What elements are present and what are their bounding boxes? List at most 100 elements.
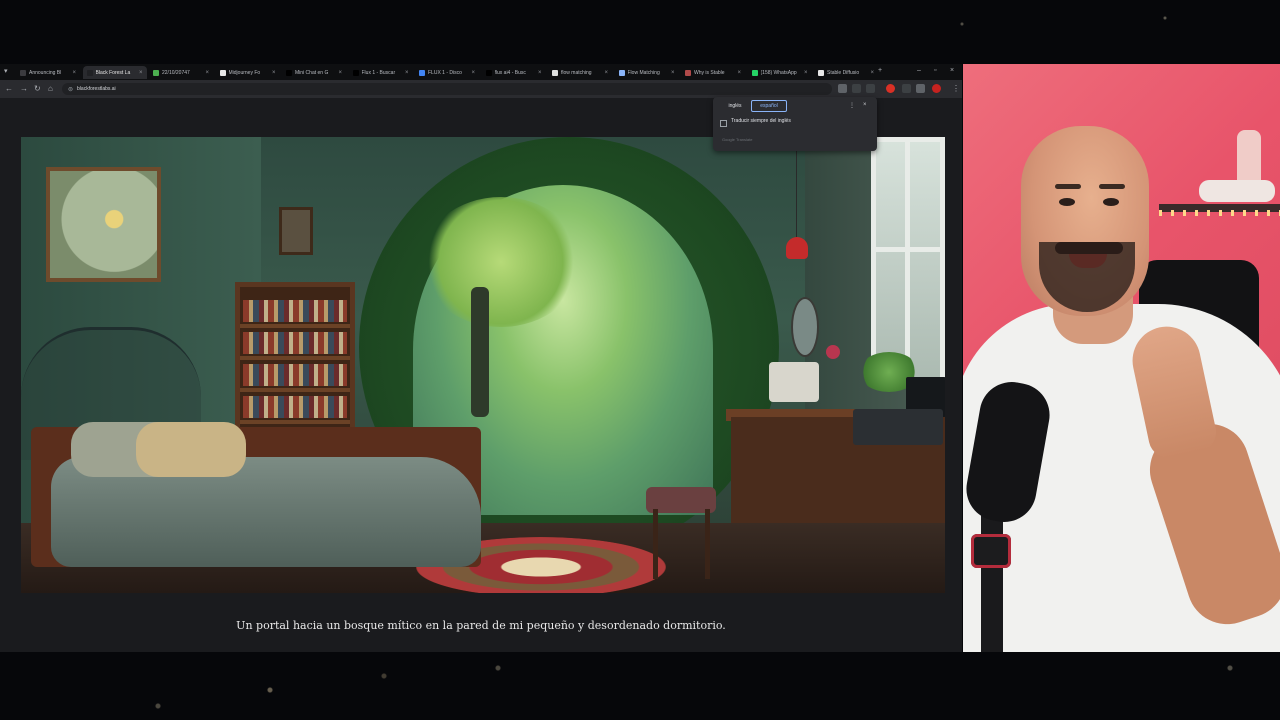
tab-close-icon[interactable]: × — [538, 70, 542, 76]
tab-favicon-icon — [153, 69, 159, 76]
bookmark-star-icon[interactable] — [866, 84, 875, 93]
new-tab-button[interactable]: + — [878, 67, 882, 74]
browser-tab[interactable]: Flow Matching × — [615, 66, 679, 79]
minimize-icon[interactable]: – — [917, 67, 921, 74]
tab-close-icon[interactable]: × — [338, 70, 342, 76]
browser-tab[interactable]: flow matching × — [548, 66, 612, 79]
browser-tab[interactable]: (158) WhatsApp × — [748, 66, 812, 79]
tab-close-icon[interactable]: × — [671, 70, 675, 76]
tab-close-icon[interactable]: × — [72, 70, 76, 76]
browser-tab[interactable]: 22/10/20747 × — [149, 66, 213, 79]
source-language-tab[interactable]: inglés — [721, 100, 749, 112]
eyebrow — [1099, 184, 1125, 189]
tab-title: Black Forest La — [95, 69, 131, 76]
coffee-machine — [769, 362, 819, 402]
tab-title: Flux 1 - Buscar — [361, 69, 396, 76]
painting — [46, 167, 161, 282]
tab-favicon-icon — [618, 69, 625, 76]
translate-close-icon[interactable]: × — [863, 102, 867, 108]
browser-tab[interactable]: Black Forest La × — [82, 66, 147, 79]
tab-close-icon[interactable]: × — [205, 70, 209, 76]
tab-favicon-icon — [485, 69, 492, 76]
tab-favicon-icon — [751, 69, 758, 76]
site-info-icon[interactable]: ⊜ — [68, 86, 73, 93]
browser-tab[interactable]: Why is Stable × — [681, 66, 745, 79]
tab-close-icon[interactable]: × — [272, 70, 276, 76]
tab-title: Flow Matching — [627, 69, 660, 76]
window-close-icon[interactable]: × — [950, 67, 954, 74]
pendant-lamp — [786, 237, 808, 259]
extension-icon[interactable] — [886, 84, 895, 93]
tab-close-icon[interactable]: × — [139, 70, 143, 76]
tab-title: (158) WhatsApp — [760, 69, 797, 76]
extensions-puzzle-icon[interactable] — [916, 84, 925, 93]
pillow — [136, 422, 246, 477]
always-translate-checkbox[interactable] — [720, 120, 727, 127]
browser-tab[interactable]: Announcing Bl × — [16, 66, 80, 79]
translate-popup: inglés español ⋮ × Traducir siempre del … — [713, 97, 877, 151]
tab-favicon-icon — [286, 69, 292, 76]
stool-leg — [653, 509, 658, 579]
eyebrow — [1055, 184, 1081, 189]
maximize-icon[interactable]: ▫ — [934, 67, 936, 74]
mustache — [1055, 242, 1123, 254]
shelf-lights — [1159, 210, 1280, 216]
tab-favicon-icon — [552, 69, 558, 76]
forward-icon[interactable]: → — [20, 84, 28, 94]
mic-clamp — [971, 534, 1011, 568]
lamp-wire — [796, 137, 797, 237]
tab-favicon-icon — [86, 69, 93, 76]
tab-favicon-icon — [419, 69, 425, 76]
browser-toolbar: ← → ↻ ⌂ ⊜ blackforestlabs.ai ⋮ — [0, 80, 962, 98]
tab-strip: ▾ Announcing Bl × Black Forest La × 22/10/20… — [0, 64, 962, 80]
browser-window: ▾ Announcing Bl × Black Forest La × 22/10/20… — [0, 64, 962, 652]
tree — [421, 197, 581, 327]
browser-menu-icon[interactable]: ⋮ — [952, 84, 960, 94]
statue — [1237, 130, 1261, 186]
tab-title: 22/10/20747 — [162, 69, 190, 76]
extension-icon-2[interactable] — [902, 84, 911, 93]
target-language-tab[interactable]: español — [751, 100, 787, 112]
translate-footer: Google Translate — [722, 137, 753, 142]
address-bar[interactable]: ⊜ blackforestlabs.ai — [62, 83, 832, 95]
tab-close-icon[interactable]: × — [471, 70, 475, 76]
flower — [826, 345, 840, 359]
tab-title: flow matching — [561, 69, 592, 76]
tab-close-icon[interactable]: × — [405, 70, 409, 76]
tab-close-icon[interactable]: × — [737, 70, 741, 76]
printer — [853, 409, 943, 445]
tab-close-icon[interactable]: × — [870, 70, 874, 76]
tab-favicon-icon — [219, 69, 226, 76]
reload-icon[interactable]: ↻ — [34, 84, 41, 94]
tab-title: FLUX 1 - Disco — [428, 69, 462, 76]
tab-search-icon[interactable]: ▾ — [4, 67, 8, 75]
url-text: blackforestlabs.ai — [77, 86, 116, 92]
translate-icon[interactable] — [838, 84, 847, 93]
browser-tab[interactable]: Midjourney Fo × — [216, 66, 280, 79]
browser-tab[interactable]: Mini Chat en G × — [282, 66, 346, 79]
home-icon[interactable]: ⌂ — [48, 84, 53, 94]
tab-favicon-icon — [818, 69, 824, 76]
tab-close-icon[interactable]: × — [604, 70, 608, 76]
eye — [1103, 198, 1119, 206]
back-icon[interactable]: ← — [5, 84, 13, 94]
browser-tab[interactable]: Flux 1 - Buscar × — [349, 66, 413, 79]
translate-menu-icon[interactable]: ⋮ — [849, 102, 855, 109]
profile-avatar[interactable] — [932, 84, 941, 93]
tab-title: flux ai4 - Busc — [494, 69, 526, 76]
small-painting — [279, 207, 313, 255]
tab-favicon-icon — [20, 69, 26, 76]
browser-tab[interactable]: Stable Diffusio × — [814, 66, 878, 79]
tab-title: Announcing Bl — [29, 69, 62, 76]
tab-title: Why is Stable — [694, 69, 725, 76]
zoom-icon[interactable] — [852, 84, 861, 93]
window — [871, 137, 945, 387]
always-translate-label: Traducir siempre del inglés — [731, 118, 791, 124]
browser-tab[interactable]: flux ai4 - Busc × — [482, 66, 546, 79]
eye — [1059, 198, 1075, 206]
tab-favicon-icon — [352, 69, 359, 76]
browser-tab[interactable]: FLUX 1 - Disco × — [415, 66, 479, 79]
shelf-ornament — [1199, 180, 1275, 202]
image-caption: Un portal hacia un bosque mítico en la p… — [236, 619, 726, 632]
tab-close-icon[interactable]: × — [804, 70, 808, 76]
